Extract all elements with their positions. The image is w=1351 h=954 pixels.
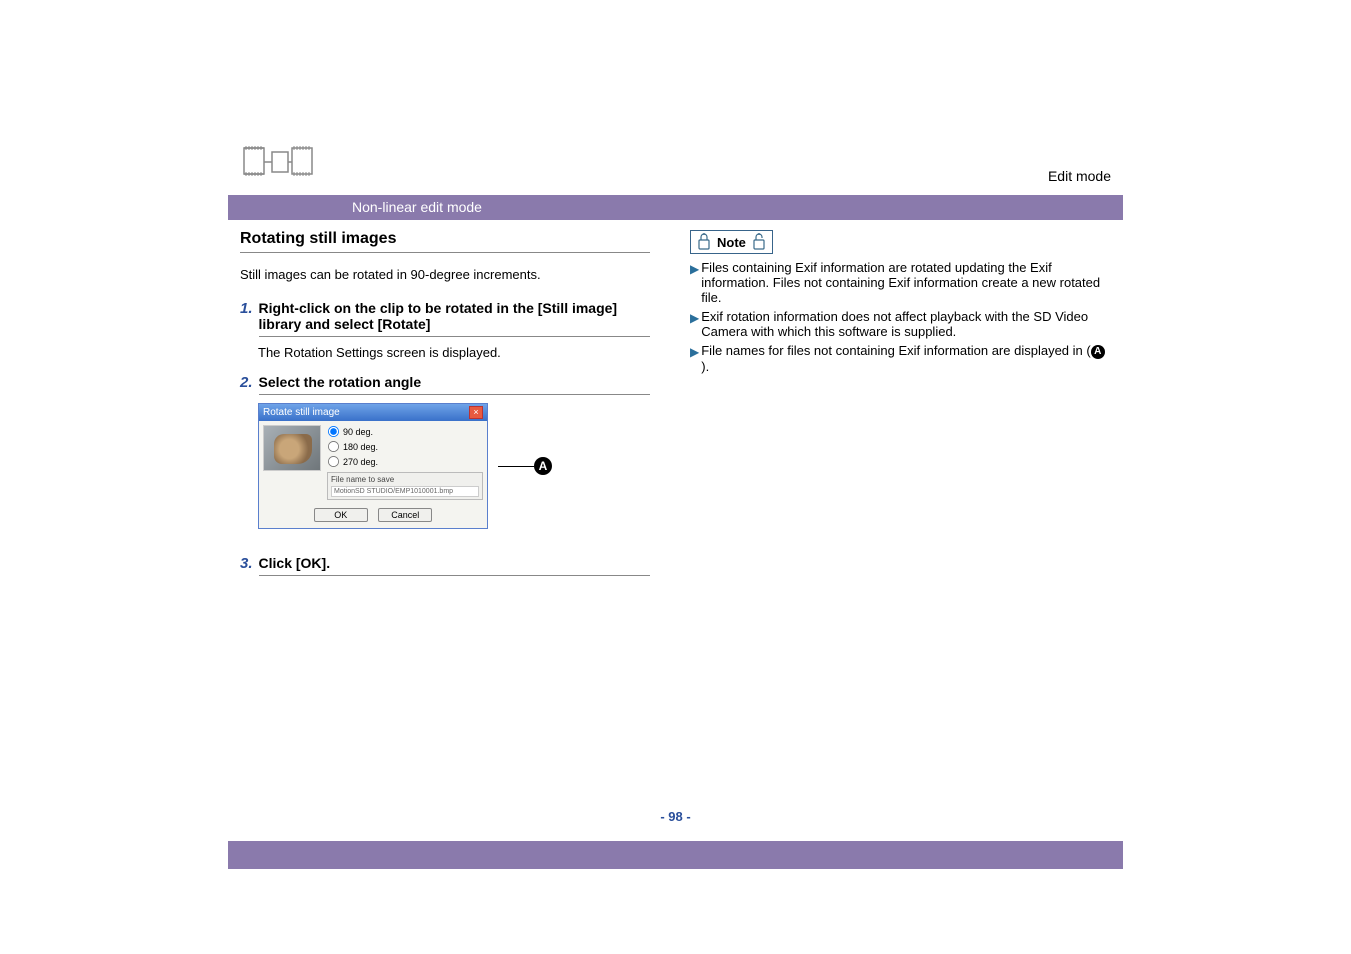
note-header: Note <box>690 230 773 254</box>
dialog-options: 90 deg. 180 deg. 270 deg. File name to s… <box>327 425 483 500</box>
right-column: Note ▶ Files containing Exif information… <box>690 230 1111 590</box>
marker-a-icon: A <box>534 457 552 475</box>
note-label: Note <box>717 235 746 250</box>
page-number: - 98 - <box>0 809 1351 824</box>
step-desc: The Rotation Settings screen is displaye… <box>258 345 650 360</box>
note-list: ▶ Files containing Exif information are … <box>690 260 1111 374</box>
filesave-label: File name to save <box>331 475 479 484</box>
note-item: ▶ Exif rotation information does not aff… <box>690 309 1111 339</box>
left-column: Rotating still images Still images can b… <box>240 230 650 590</box>
step-1: 1. Right-click on the clip to be rotated… <box>240 300 650 360</box>
step-title: Select the rotation angle <box>259 374 650 395</box>
note-item: ▶ Files containing Exif information are … <box>690 260 1111 305</box>
padlock-icon <box>697 233 711 251</box>
callout-a: A <box>498 457 552 475</box>
note-text: File names for files not containing Exif… <box>701 343 1111 374</box>
note-text: Exif rotation information does not affec… <box>701 309 1111 339</box>
close-icon[interactable]: × <box>469 406 483 419</box>
dialog-title-text: Rotate still image <box>263 407 340 418</box>
section-banner: Non-linear edit mode <box>228 195 1123 220</box>
step-number: 3. <box>240 555 253 572</box>
step-3: 3. Click [OK]. <box>240 555 650 576</box>
step-title: Right-click on the clip to be rotated in… <box>259 300 650 337</box>
cancel-button[interactable]: Cancel <box>378 508 432 522</box>
footer-bar <box>228 841 1123 869</box>
note-item: ▶ File names for files not containing Ex… <box>690 343 1111 374</box>
note-text-tail: ). <box>701 359 709 374</box>
radio-270-label: 270 deg. <box>343 457 378 467</box>
filesave-path[interactable]: MotionSD STUDIO/EMP1010001.bmp <box>331 486 479 497</box>
note-text-part: File names for files not containing Exif… <box>701 343 1090 358</box>
step-2: 2. Select the rotation angle Rotate stil… <box>240 374 650 529</box>
marker-a-inline-icon: A <box>1091 345 1105 359</box>
topic-heading: Rotating still images <box>240 230 650 253</box>
section-title: Non-linear edit mode <box>344 195 490 220</box>
note-text: Files containing Exif information are ro… <box>701 260 1111 305</box>
radio-270[interactable] <box>328 456 339 467</box>
filesave-group: File name to save MotionSD STUDIO/EMP101… <box>327 472 483 500</box>
dialog-block: Rotate still image × 90 deg. 180 deg. 27… <box>258 403 650 529</box>
ok-button[interactable]: OK <box>314 508 368 522</box>
padlock-open-icon <box>752 233 766 251</box>
step-title: Click [OK]. <box>259 555 650 576</box>
rotate-dialog: Rotate still image × 90 deg. 180 deg. 27… <box>258 403 488 529</box>
bullet-icon: ▶ <box>690 262 699 276</box>
filmstrip-icon <box>242 140 316 189</box>
radio-90[interactable] <box>328 426 339 437</box>
bullet-icon: ▶ <box>690 311 699 325</box>
step-number: 1. <box>240 300 253 317</box>
content-columns: Rotating still images Still images can b… <box>240 230 1111 590</box>
dialog-thumbnail <box>263 425 321 471</box>
dialog-titlebar: Rotate still image × <box>259 404 487 421</box>
radio-180-label: 180 deg. <box>343 442 378 452</box>
radio-180[interactable] <box>328 441 339 452</box>
mode-label: Edit mode <box>1048 168 1111 184</box>
topic-intro: Still images can be rotated in 90-degree… <box>240 267 650 282</box>
bullet-icon: ▶ <box>690 345 699 359</box>
step-number: 2. <box>240 374 253 391</box>
radio-90-label: 90 deg. <box>343 427 373 437</box>
